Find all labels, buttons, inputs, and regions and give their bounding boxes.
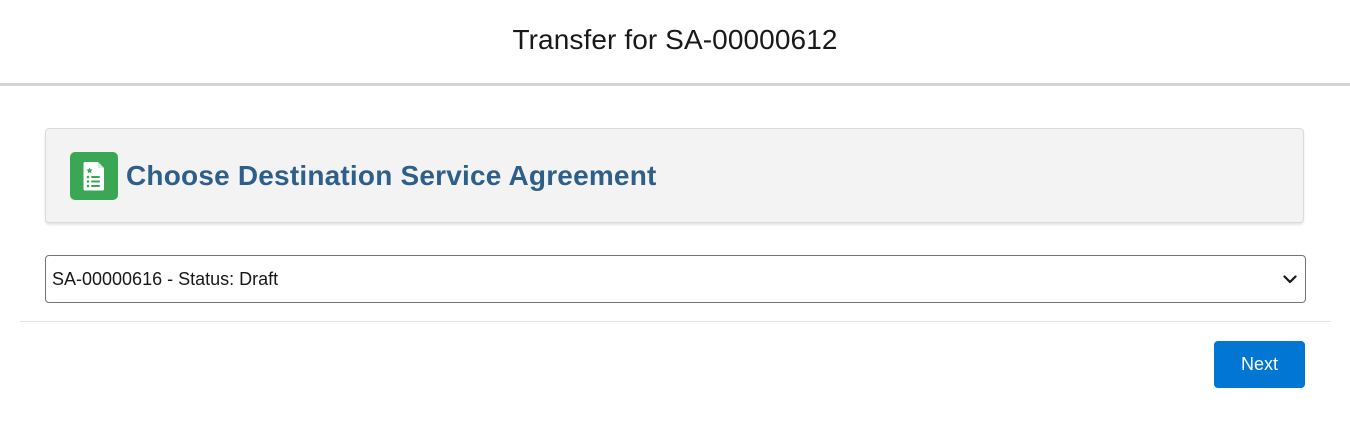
modal-header: Transfer for SA-00000612 [0, 0, 1350, 86]
next-button[interactable]: Next [1214, 341, 1305, 388]
destination-agreement-select[interactable]: SA-00000616 - Status: Draft [45, 255, 1306, 303]
footer-divider [20, 321, 1331, 322]
card-header: Choose Destination Service Agreement [45, 128, 1304, 223]
card-title: Choose Destination Service Agreement [126, 159, 657, 191]
selected-agreement-value: SA-00000616 - Status: Draft [52, 268, 279, 289]
document-list-icon [70, 151, 118, 200]
modal-title: Transfer for SA-00000612 [512, 24, 838, 55]
chevron-down-icon[interactable] [1281, 270, 1299, 288]
